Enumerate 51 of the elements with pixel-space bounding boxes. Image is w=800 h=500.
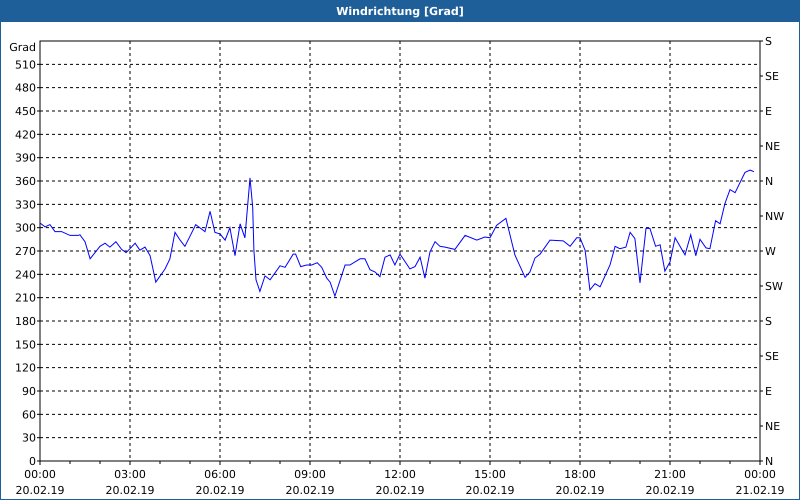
y-tick-label: 420 — [15, 128, 36, 142]
x-date-label: 20.02.19 — [16, 484, 64, 497]
x-date-label: 20.02.19 — [556, 484, 604, 497]
x-date-label: 21.02.19 — [736, 484, 784, 497]
x-tick-label: 00:00 — [24, 468, 56, 481]
y-tick-label: 510 — [15, 58, 36, 72]
y-tick-label: 330 — [15, 198, 36, 212]
x-tick-label: 00:00 — [744, 468, 776, 481]
y-tick-label: 390 — [15, 152, 36, 165]
x-date-label: 20.02.19 — [106, 484, 154, 497]
x-date-label: 20.02.19 — [376, 484, 424, 497]
compass-label: N — [765, 175, 774, 188]
y-tick-label: 90 — [22, 385, 36, 398]
y-tick-label: 30 — [22, 432, 36, 445]
window-title: Windrichtung [Grad] — [336, 4, 464, 18]
y-tick-label: 180 — [15, 315, 36, 328]
y-tick-label: 270 — [15, 245, 36, 258]
y-tick-label: 210 — [15, 292, 36, 305]
compass-label: SE — [765, 350, 779, 363]
x-tick-label: 18:00 — [564, 468, 596, 481]
compass-label: NE — [765, 140, 780, 153]
x-tick-label: 09:00 — [294, 468, 326, 481]
x-tick-label: 03:00 — [114, 468, 146, 481]
x-date-label: 20.02.19 — [286, 484, 334, 497]
compass-label: NE — [765, 420, 780, 433]
x-date-label: 20.02.19 — [196, 484, 244, 497]
x-date-label: 20.02.19 — [466, 484, 514, 497]
x-tick-label: 15:00 — [474, 468, 506, 481]
compass-label: N — [765, 455, 774, 468]
axis-unit-label: Grad — [9, 41, 36, 54]
y-tick-label: 450 — [15, 105, 36, 118]
x-tick-label: 12:00 — [384, 468, 416, 481]
y-tick-label: 60 — [22, 408, 36, 422]
x-date-label: 20.02.19 — [646, 484, 694, 497]
y-tick-label: 360 — [15, 175, 36, 188]
compass-label: W — [765, 245, 776, 258]
compass-label: S — [765, 315, 772, 328]
compass-label: S — [765, 35, 772, 48]
compass-label: E — [765, 105, 772, 118]
compass-label: SE — [765, 70, 779, 83]
compass-label: NW — [765, 210, 784, 223]
compass-label: E — [765, 385, 772, 398]
compass-label: SW — [765, 280, 783, 293]
y-tick-label: 120 — [15, 362, 36, 375]
y-tick-label: 300 — [15, 222, 36, 235]
y-tick-label: 480 — [15, 82, 36, 95]
y-tick-label: 150 — [15, 338, 36, 352]
x-tick-label: 06:00 — [204, 468, 236, 481]
y-tick-label: 240 — [15, 268, 36, 282]
y-tick-label: 0 — [29, 455, 36, 468]
x-tick-label: 21:00 — [654, 468, 686, 481]
